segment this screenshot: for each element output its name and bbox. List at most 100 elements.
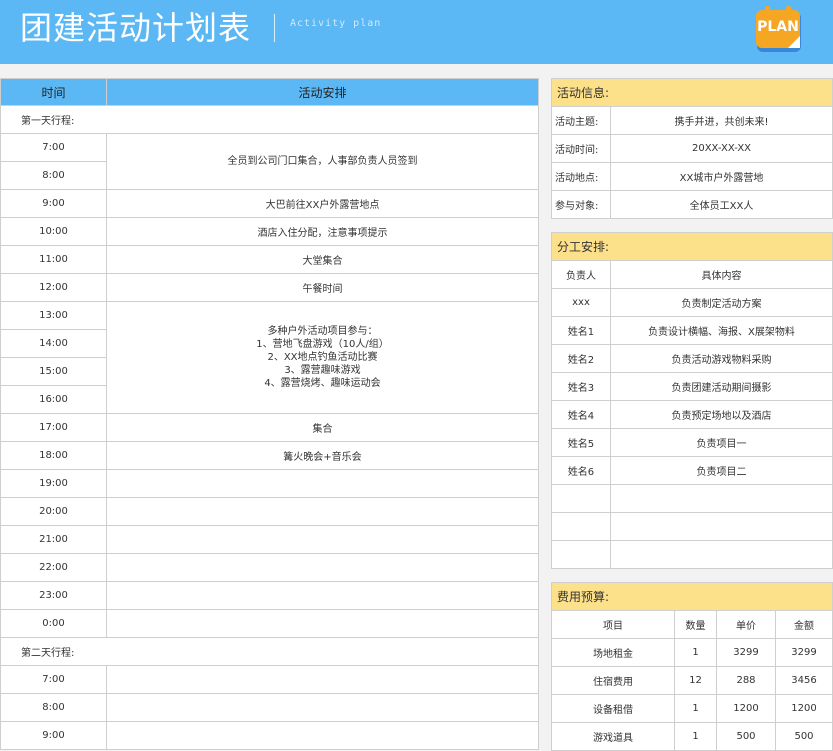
col-amount: 金额 [775, 610, 833, 639]
price-cell: 288 [716, 666, 776, 695]
qty-cell: 12 [674, 666, 717, 695]
info-label: 活动主题: [551, 106, 611, 135]
table-row: 活动地点: XX城市户外露营地 [551, 162, 833, 191]
page-title: 团建活动计划表 [20, 9, 252, 47]
table-row: 13:00 多种户外活动项目参与： 1、营地飞盘游戏（10人/组） 2、XX地点… [0, 301, 539, 414]
plan-badge-text: PLAN [757, 19, 799, 35]
info-label: 参与对象: [551, 190, 611, 219]
table-row: 7:00 全员到公司门口集合，人事部负责人员签到 [0, 133, 539, 190]
time-cell: 18:00 [0, 441, 107, 470]
table-row: 21:00 [0, 525, 539, 554]
amount-cell: 1200 [775, 694, 833, 723]
budget-header-row: 项目 数量 单价 金额 [551, 610, 833, 639]
content-cell: 负责活动游戏物料采购 [610, 344, 833, 373]
content-cell [610, 512, 833, 541]
activity-line: 4、露营烧烤、趣味运动会 [264, 378, 381, 389]
col-qty: 数量 [674, 610, 717, 639]
time-cell: 8:00 [0, 693, 107, 722]
table-row: 9:00 [0, 721, 539, 750]
activity-cell [106, 497, 539, 526]
table-row: 姓名4 负责预定场地以及酒店 [551, 400, 833, 429]
content-cell: 负责制定活动方案 [610, 288, 833, 317]
table-row: 9:00 大巴前往XX户外露营地点 [0, 189, 539, 218]
person-cell: 姓名6 [551, 456, 611, 485]
person-cell [551, 484, 611, 513]
title-divider [274, 14, 275, 42]
person-cell: 姓名1 [551, 316, 611, 345]
time-cell: 7:00 [0, 665, 107, 694]
time-cell: 22:00 [0, 553, 107, 582]
time-cell: 16:00 [0, 385, 107, 414]
activity-cell: 全员到公司门口集合，人事部负责人员签到 [106, 133, 539, 190]
schedule-table: 时间 活动安排 第一天行程: 7:00 全员到公司门口集合，人事部负责人员签到 … [0, 78, 539, 750]
time-cell: 7:00 [0, 133, 107, 162]
info-value: 全体员工XX人 [610, 190, 833, 219]
table-row [551, 540, 833, 569]
activity-cell [106, 665, 539, 694]
table-row: 场地租金 1 3299 3299 [551, 638, 833, 667]
table-row: 11:00 大堂集合 [0, 245, 539, 274]
activity-cell [106, 581, 539, 610]
time-cell: 15:00 [0, 357, 107, 386]
table-row: 18:00 篝火晚会+音乐会 [0, 441, 539, 470]
info-table: 活动信息: 活动主题: 携手并进，共创未来! 活动时间: 20XX-XX-XX … [551, 78, 833, 219]
time-cell: 17:00 [0, 413, 107, 442]
person-cell: 姓名4 [551, 400, 611, 429]
col-content: 具体内容 [610, 260, 833, 289]
table-row: 12:00 午餐时间 [0, 273, 539, 302]
content-cell: 负责设计横幅、海报、X展架物料 [610, 316, 833, 345]
activity-cell [106, 609, 539, 638]
table-row: 20:00 [0, 497, 539, 526]
person-cell: 姓名2 [551, 344, 611, 373]
info-value: XX城市户外露营地 [610, 162, 833, 191]
table-row: 22:00 [0, 553, 539, 582]
table-row: 活动主题: 携手并进，共创未来! [551, 106, 833, 135]
plan-calendar-icon: PLAN [756, 6, 801, 52]
time-cell: 12:00 [0, 273, 107, 302]
content-cell [610, 540, 833, 569]
table-row: 姓名1 负责设计横幅、海报、X展架物料 [551, 316, 833, 345]
time-cell: 21:00 [0, 525, 107, 554]
activity-line: 1、营地飞盘游戏（10人/组） [256, 339, 389, 350]
table-row: 游戏道具 1 500 500 [551, 722, 833, 751]
col-person: 负责人 [551, 260, 611, 289]
day1-label-row: 第一天行程: [0, 105, 539, 134]
time-cell: 23:00 [0, 581, 107, 610]
item-cell: 住宿费用 [551, 666, 675, 695]
table-row: xxx 负责制定活动方案 [551, 288, 833, 317]
table-row: 23:00 [0, 581, 539, 610]
qty-cell: 1 [674, 638, 717, 667]
amount-cell: 500 [775, 722, 833, 751]
time-cell: 0:00 [0, 609, 107, 638]
division-table: 分工安排: 负责人 具体内容 xxx 负责制定活动方案 姓名1 负责设计横幅、海报、… [551, 232, 833, 569]
info-label: 活动地点: [551, 162, 611, 191]
activity-cell: 酒店入住分配，注意事项提示 [106, 217, 539, 246]
info-value: 携手并进，共创未来! [610, 106, 833, 135]
time-cell: 8:00 [0, 161, 107, 190]
activity-cell: 大巴前往XX户外露营地点 [106, 189, 539, 218]
table-row: 姓名5 负责项目一 [551, 428, 833, 457]
table-row: 姓名3 负责团建活动期间摄影 [551, 372, 833, 401]
activity-line: 3、露营趣味游戏 [284, 365, 361, 376]
schedule-header-row: 时间 活动安排 [0, 78, 539, 106]
activity-cell-multi: 多种户外活动项目参与： 1、营地飞盘游戏（10人/组） 2、XX地点钓鱼活动比赛… [106, 301, 539, 414]
activity-cell [106, 525, 539, 554]
person-cell: 姓名3 [551, 372, 611, 401]
page-header: 团建活动计划表 Activity plan PLAN [0, 0, 833, 64]
col-item: 项目 [551, 610, 675, 639]
budget-title: 费用预算: [551, 582, 833, 611]
content-cell [610, 484, 833, 513]
qty-cell: 1 [674, 722, 717, 751]
activity-cell: 大堂集合 [106, 245, 539, 274]
day2-label-row: 第二天行程: [0, 637, 539, 666]
col-activity: 活动安排 [106, 78, 539, 106]
table-row: 7:00 [0, 665, 539, 694]
price-cell: 500 [716, 722, 776, 751]
activity-cell [106, 693, 539, 722]
table-row: 姓名2 负责活动游戏物料采购 [551, 344, 833, 373]
activity-cell [106, 721, 539, 750]
activity-cell [106, 469, 539, 498]
table-row [551, 484, 833, 513]
activity-cell: 篝火晚会+音乐会 [106, 441, 539, 470]
info-label: 活动时间: [551, 134, 611, 163]
